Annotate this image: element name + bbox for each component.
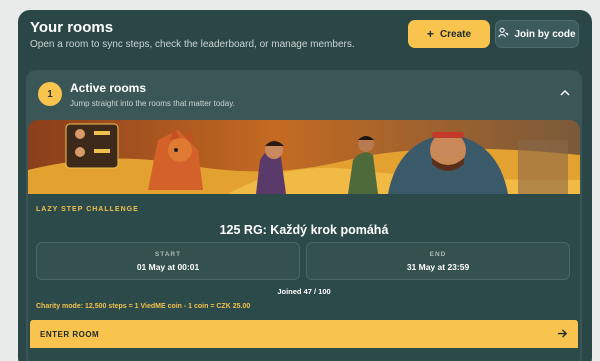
enter-room-button[interactable]: ENTER ROOM bbox=[30, 320, 578, 348]
joined-count: Joined 47 / 100 bbox=[277, 287, 331, 296]
arrow-right-icon bbox=[557, 328, 568, 341]
charity-mode-text: Charity mode: 12,500 steps = 1 ViedME co… bbox=[36, 303, 251, 310]
room-banner-image bbox=[28, 120, 580, 194]
step-badge: 1 bbox=[38, 82, 62, 106]
chevron-up-icon[interactable] bbox=[558, 86, 572, 100]
room-title: 125 RG: Každý krok pomáhá bbox=[219, 223, 389, 237]
rooms-app: Your rooms Open a room to sync steps, ch… bbox=[18, 10, 592, 361]
start-label: START bbox=[154, 251, 182, 258]
end-date-box: END 31 May at 23:59 bbox=[306, 242, 570, 280]
active-rooms-panel: 1 Active rooms Jump straight into the ro… bbox=[26, 70, 582, 361]
enter-room-label: ENTER ROOM bbox=[40, 329, 100, 339]
create-button[interactable]: + Create bbox=[408, 20, 490, 48]
page-title: Your rooms bbox=[30, 19, 114, 36]
plus-icon: + bbox=[426, 27, 434, 41]
start-value: 01 May at 00:01 bbox=[136, 262, 200, 272]
start-date-box: START 01 May at 00:01 bbox=[36, 242, 300, 280]
join-label: Join by code bbox=[514, 28, 576, 40]
person-key-icon bbox=[498, 27, 509, 41]
section-title: Active rooms bbox=[70, 81, 147, 95]
room-eyebrow: LAZY STEP CHALLENGE bbox=[36, 206, 139, 213]
section-subtitle: Jump straight into the rooms that matter… bbox=[70, 99, 235, 108]
room-card: LAZY STEP CHALLENGE 125 RG: Každý krok p… bbox=[28, 120, 580, 361]
create-label: Create bbox=[439, 28, 472, 40]
page-subtitle: Open a room to sync steps, check the lea… bbox=[30, 39, 355, 50]
end-label: END bbox=[429, 251, 447, 258]
join-by-code-button[interactable]: Join by code bbox=[495, 20, 579, 48]
end-value: 31 May at 23:59 bbox=[406, 262, 470, 272]
